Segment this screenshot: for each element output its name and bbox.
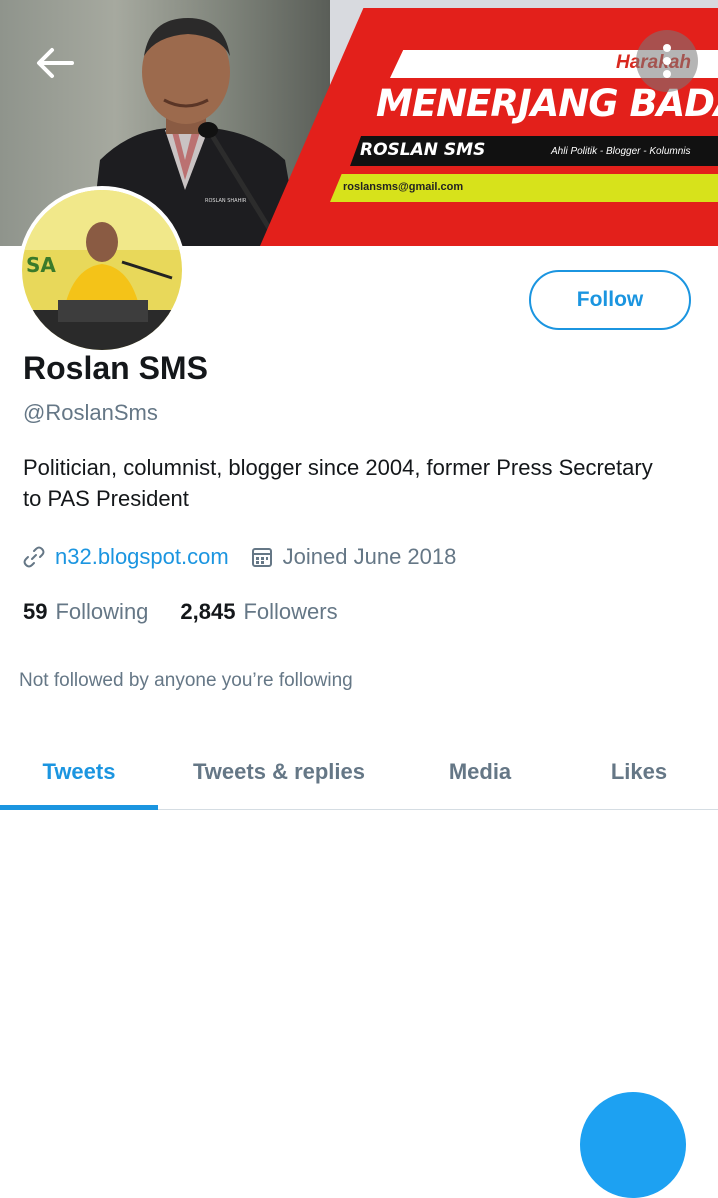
tab-media[interactable]: Media (400, 736, 560, 808)
calendar-icon (251, 546, 273, 568)
banner-email: roslansms@gmail.com (343, 181, 464, 193)
followers-label: Followers (243, 599, 338, 624)
tab-tweets[interactable]: Tweets (0, 736, 158, 808)
user-handle: @RoslanSms (23, 400, 158, 425)
joined-date: Joined June 2018 (282, 544, 457, 569)
more-vertical-icon-dot (663, 70, 671, 78)
tab-likes[interactable]: Likes (560, 736, 718, 808)
more-vertical-icon (663, 44, 671, 52)
link-icon (23, 546, 45, 568)
not-followed-notice: Not followed by anyone you’re following (19, 670, 353, 691)
followers-count: 2,845 (180, 599, 236, 624)
tab-tweets-replies[interactable]: Tweets & replies (158, 736, 400, 808)
svg-text:ROSLAN SHAHIR: ROSLAN SHAHIR (205, 198, 247, 204)
arrow-left-icon (37, 48, 74, 78)
follow-button[interactable]: Follow (529, 270, 691, 330)
profile-meta: n32.blogspot.com Joined June 2018 (23, 541, 456, 573)
avatar-image: SA (22, 190, 182, 350)
banner-name: ROSLAN SMS (360, 140, 486, 160)
following-label: Following (55, 599, 149, 624)
active-tab-indicator (0, 805, 158, 810)
more-options-button[interactable] (636, 30, 698, 92)
profile-bio: Politician, columnist, blogger since 200… (23, 455, 653, 511)
follow-counts: 59 Following 2,845 Followers (23, 596, 338, 628)
banner-roles: Ahli Politik - Blogger - Kolumnis (551, 146, 691, 157)
avatar[interactable]: SA (18, 186, 186, 354)
following-count: 59 (23, 599, 48, 624)
followers-count-link[interactable]: 2,845 Followers (180, 599, 337, 625)
svg-text:SA: SA (26, 253, 56, 277)
back-button[interactable] (30, 40, 80, 86)
website-link[interactable]: n32.blogspot.com (55, 544, 229, 570)
more-vertical-icon-dot (663, 57, 671, 65)
following-count-link[interactable]: 59 Following (23, 599, 148, 625)
display-name: Roslan SMS (23, 350, 208, 386)
compose-tweet-button[interactable] (580, 1092, 686, 1198)
profile-tabs: Tweets Tweets & replies Media Likes (0, 736, 718, 810)
